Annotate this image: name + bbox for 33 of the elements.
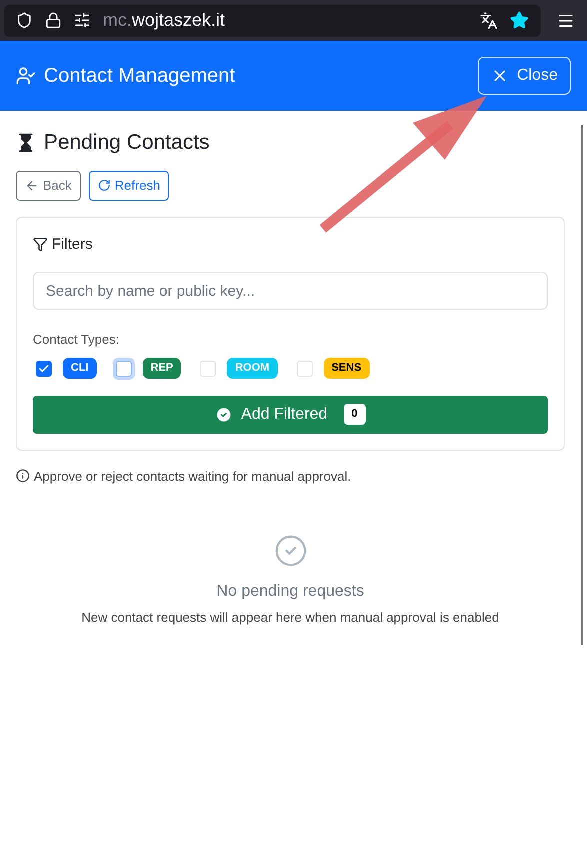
type-tag: CLI (63, 358, 97, 379)
shield-icon[interactable] (16, 12, 33, 29)
filter-icon (33, 237, 48, 252)
page-title: Pending Contacts (44, 130, 210, 156)
type-tag: ROOM (227, 358, 278, 379)
checkbox[interactable] (36, 360, 52, 376)
empty-title: No pending requests (216, 582, 364, 602)
lock-icon[interactable] (45, 12, 62, 29)
close-button[interactable]: Close (478, 57, 571, 95)
back-button[interactable]: Back (16, 170, 81, 200)
refresh-button[interactable]: Refresh (88, 170, 170, 200)
scrollbar[interactable] (581, 125, 583, 645)
type-tag: SENS (324, 358, 370, 379)
refresh-icon (98, 179, 111, 192)
info-icon (16, 469, 30, 484)
contact-types-label: Contact Types: (33, 331, 120, 349)
filters-title: Filters (52, 234, 93, 254)
empty-text: New contact requests will appear here when manual approval is enabled (82, 609, 500, 627)
info-text: Approve or reject contacts waiting for manual approval. (34, 468, 352, 486)
count-badge: 0 (344, 404, 366, 425)
header-title: Contact Management (44, 64, 236, 89)
user-check-icon (16, 66, 36, 86)
permissions-icon[interactable] (74, 12, 91, 29)
address-bar[interactable]: mc.wojtaszek.it (4, 4, 541, 36)
check-icon (38, 362, 50, 374)
star-icon[interactable] (510, 11, 529, 30)
check-circle-icon (274, 534, 308, 568)
search-field[interactable]: Search by name or public key... (33, 272, 548, 310)
address-text: mc.wojtaszek.it (103, 9, 226, 32)
check-circle-icon (215, 406, 234, 424)
type-tag: REP (142, 358, 182, 379)
translate-icon[interactable] (480, 12, 498, 30)
add-filtered-button[interactable]: Add Filtered 0 (33, 396, 548, 434)
